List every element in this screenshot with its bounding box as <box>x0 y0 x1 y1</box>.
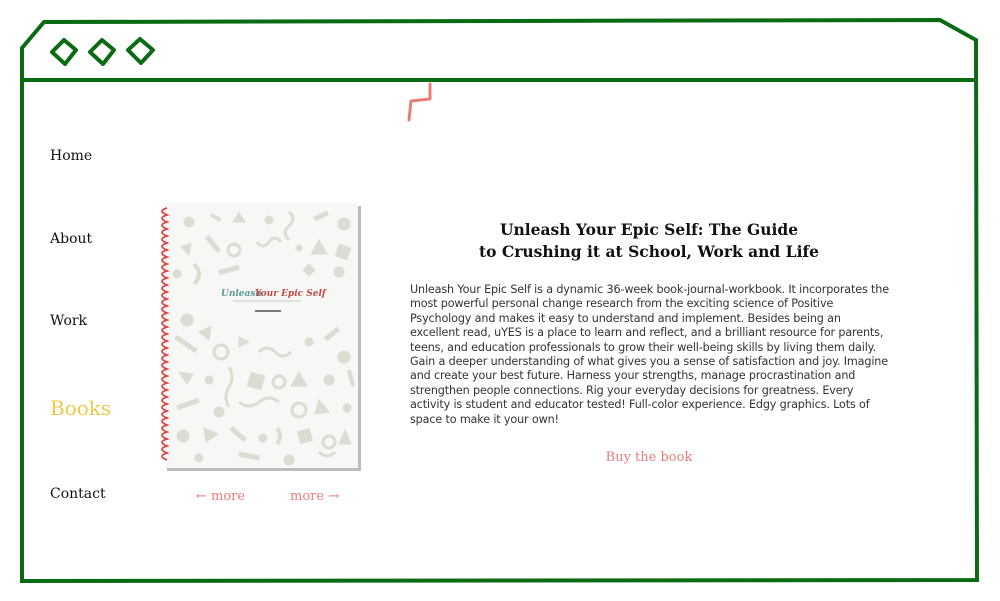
nav-item-home[interactable]: Home <box>50 148 92 164</box>
window-dot-icon[interactable] <box>88 38 116 66</box>
buy-book-link[interactable]: Buy the book <box>560 450 738 465</box>
book-cover-art: Unleash Your Epic Self <box>161 203 361 471</box>
book-title: Unleash Your Epic Self: The Guide to Cru… <box>440 219 858 263</box>
window-dot-icon[interactable] <box>50 38 78 66</box>
nav-item-work[interactable]: Work <box>50 313 87 329</box>
nav-item-books[interactable]: Books <box>50 396 111 420</box>
cover-title-part2: Your Epic Self <box>255 289 328 299</box>
window-controls <box>50 37 155 66</box>
prev-book-link[interactable]: ← more <box>196 489 245 504</box>
next-book-link[interactable]: more → <box>290 489 339 504</box>
bookmark-tick-icon <box>407 82 432 122</box>
book-title-line2: to Crushing it at School, Work and Life <box>478 242 819 261</box>
nav-item-contact[interactable]: Contact <box>50 486 106 502</box>
nav-item-about[interactable]: About <box>50 231 92 247</box>
window-dot-icon[interactable] <box>126 37 155 65</box>
book-description: Unleash Your Epic Self is a dynamic 36-w… <box>410 283 889 426</box>
book-cover[interactable]: Unleash Your Epic Self <box>159 202 362 472</box>
book-title-line1: Unleash Your Epic Self: The Guide <box>499 220 799 239</box>
page: Home About Work Books Contact Unleash Yo… <box>0 0 1000 601</box>
